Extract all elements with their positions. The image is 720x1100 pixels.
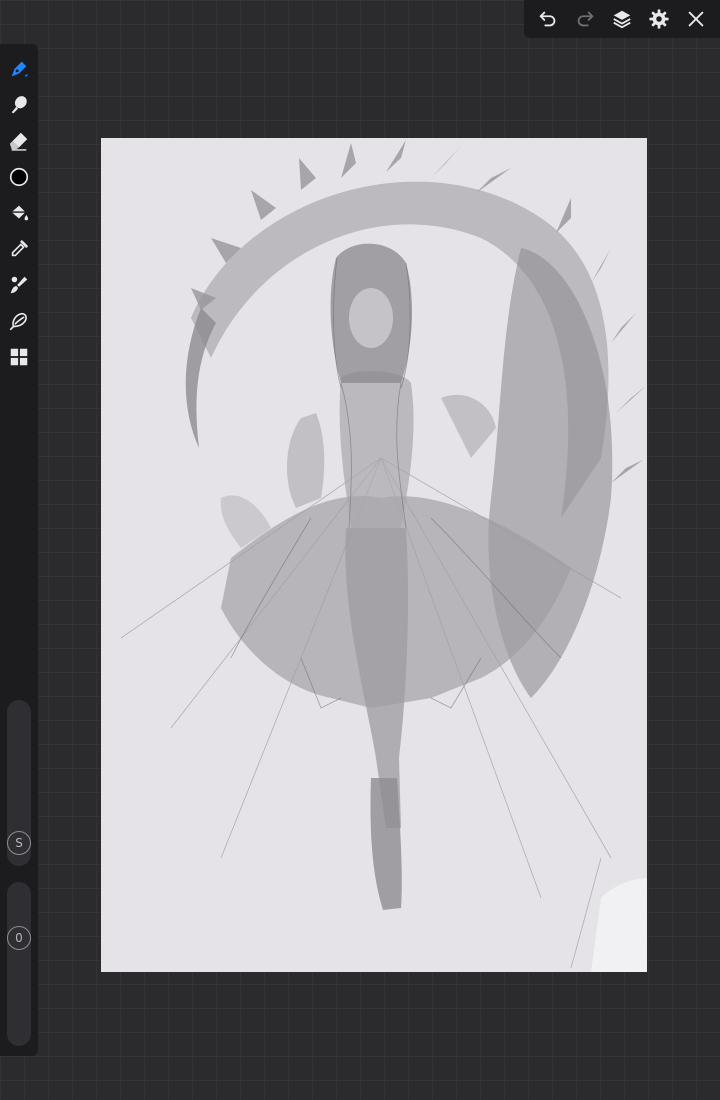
sketch-artwork [120,140,647,972]
brush-size-slider[interactable]: S [7,700,31,866]
layers-icon [613,10,631,29]
eraser-icon [9,132,28,151]
tool-adjustments[interactable] [6,344,32,370]
tool-eyedropper[interactable] [6,236,32,262]
tool-fill[interactable] [6,200,32,226]
settings-button[interactable] [644,4,674,34]
eyedropper-icon [11,240,28,257]
close-button[interactable] [681,4,711,34]
tool-eraser[interactable] [6,128,32,154]
color-circle-icon [9,167,29,187]
redo-icon [577,11,594,27]
tool-brush[interactable] [6,92,32,118]
tool-color[interactable] [6,164,32,190]
grid-icon [10,348,28,366]
tool-blend[interactable] [6,272,32,298]
tool-pen[interactable] [6,56,32,82]
drawing-canvas[interactable] [101,138,647,972]
top-menu-bar [524,0,720,38]
tool-lasso[interactable] [6,308,32,334]
redo-button[interactable] [570,4,600,34]
lasso-icon [9,312,27,331]
undo-icon [540,11,556,27]
undo-button[interactable] [533,4,563,34]
blend-brush-icon [10,276,28,294]
pen-icon [11,61,28,77]
opacity-slider-label: 0 [7,926,31,950]
layers-button[interactable] [607,4,637,34]
opacity-slider[interactable]: 0 [7,882,31,1046]
tool-sidebar: S 0 [0,44,38,1056]
gear-icon [649,9,669,29]
size-slider-label: S [7,831,31,855]
brush-icon [11,96,27,114]
paint-bucket-icon [11,205,29,221]
close-icon [688,11,703,27]
